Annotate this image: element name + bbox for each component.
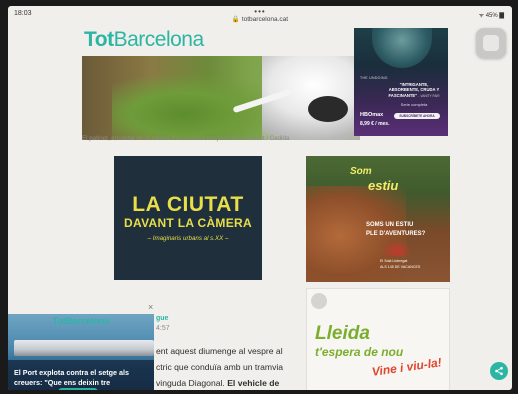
article-date: 4:57 — [156, 325, 170, 332]
hero-image[interactable] — [82, 56, 360, 140]
share-button[interactable] — [490, 362, 508, 380]
pip-video-title-1: El Port explota contra el setge als — [14, 368, 130, 377]
pip-video-brand: TotBarcelona — [52, 316, 110, 326]
estiu-ad-footer-2: ALS 145 DE VACANCES — [380, 265, 421, 269]
share-icon — [495, 366, 503, 376]
play-icon[interactable] — [311, 293, 327, 309]
pip-video-title-2: creuers: "Que ens deixin tre — [14, 378, 111, 387]
logo-barcelona: Barcelona — [113, 28, 205, 51]
article-author[interactable]: gue — [156, 315, 168, 322]
som-un-estiu-ad[interactable]: Som estiu SOMS UN ESTIU PLE D'AVENTURES?… — [306, 156, 450, 282]
estiu-ad-question-2: PLE D'AVENTURES? — [366, 231, 426, 237]
hbo-ad-face-image — [372, 28, 432, 68]
hbo-max-logo: HBOmax — [360, 112, 384, 118]
tablet-screen: 18:03 ••• 🔒 totbarcelona.cat ᯤ 45% ▇ Tot… — [8, 6, 512, 390]
hero-scooter-wheel — [308, 96, 348, 122]
article-text-prefix: vinguda Diagonal. — [156, 378, 228, 388]
assistive-touch-icon — [483, 35, 499, 51]
article-text-line: ctric que conduïa amb un tramvia — [156, 362, 284, 372]
pip-video-player[interactable]: TotBarcelona El Port explota contra el s… — [8, 314, 154, 390]
close-icon[interactable]: × — [148, 302, 153, 312]
pip-video-button[interactable] — [58, 388, 98, 390]
hbo-ad-series-label: Serie completa — [400, 102, 428, 107]
estiu-ad-footer-1: El Solà Llobregat — [380, 259, 408, 263]
lleida-ad[interactable]: Lleida t'espera de nou Vine i viu-la! — [306, 288, 450, 390]
estiu-ad-question-1: SOMS UN ESTIU — [366, 222, 414, 228]
hbo-ad-quote: "INTRIGANTE, ABSORBENTE, CRUDA Y FASCINA… — [384, 82, 444, 98]
lleida-ad-subtitle: t'espera de nou — [315, 345, 404, 359]
status-bar: 18:03 ••• 🔒 totbarcelona.cat ᯤ 45% ▇ — [8, 6, 512, 24]
logo-tot: Tot — [84, 28, 114, 51]
article-text-line: ent aquest diumenge al vespre al — [156, 346, 283, 356]
battery-indicator: ᯤ 45% ▇ — [478, 13, 504, 19]
pip-video-ship-image — [14, 340, 154, 356]
hbo-ad-show-title: THE UNDOING — [360, 76, 388, 80]
la-ciutat-ad-subtitle: DAVANT LA CÀMERA — [124, 216, 252, 230]
hbo-max-ad[interactable]: THE UNDOING "INTRIGANTE, ABSORBENTE, CRU… — [354, 28, 448, 136]
hbo-ad-price: 8,99 € / mes. — [360, 121, 390, 127]
la-ciutat-ad-tagline: – Imaginaris urbans al s.XX – — [147, 235, 229, 242]
hbo-ad-cta-button[interactable]: SUBSCRÍBETE AHORA — [394, 113, 440, 119]
estiu-ad-logo-bottom: estiu — [368, 178, 399, 193]
hbo-ad-quote-source: - VANITY FAIR — [418, 93, 440, 98]
lleida-ad-title: Lleida — [315, 323, 370, 344]
hero-caption: El patinet, encastat en la cabina d'un t… — [82, 135, 290, 142]
estiu-ad-hikers — [382, 240, 412, 256]
la-ciutat-ad-title: LA CIUTAT — [132, 193, 244, 216]
la-ciutat-ad[interactable]: LA CIUTAT DAVANT LA CÀMERA – Imaginaris … — [114, 156, 262, 280]
floating-assistive-button[interactable] — [476, 28, 506, 58]
article-text-line: vinguda Diagonal. El vehicle de — [156, 378, 279, 388]
article-text-bold: El vehicle de — [227, 378, 280, 388]
estiu-ad-logo-top: Som — [350, 166, 372, 177]
url-bar[interactable]: 🔒 totbarcelona.cat — [8, 15, 512, 23]
site-logo[interactable]: TotBarcelona — [84, 28, 204, 52]
